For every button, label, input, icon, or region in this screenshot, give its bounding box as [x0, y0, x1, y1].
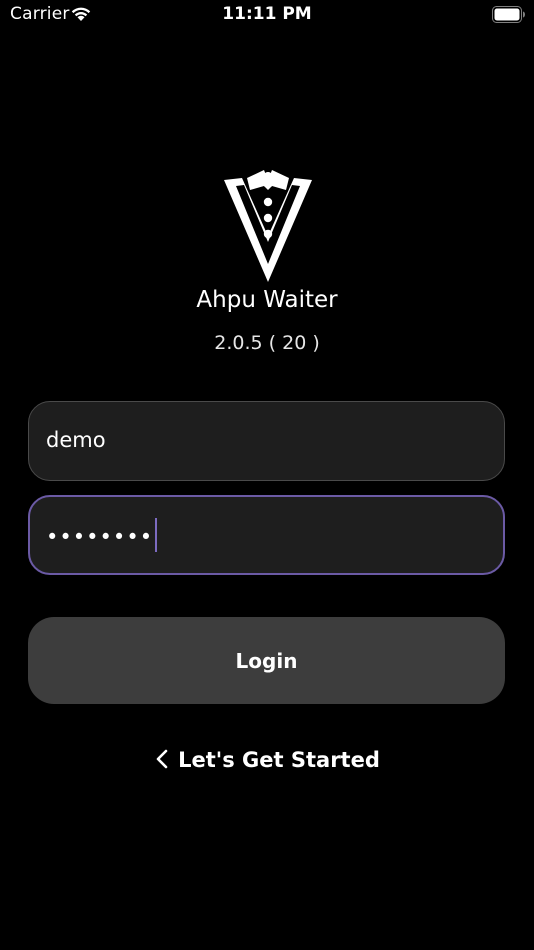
password-value: •••••••• — [46, 518, 158, 555]
text-caret — [155, 518, 158, 552]
login-button[interactable]: Login — [28, 617, 505, 704]
battery-icon — [492, 6, 526, 23]
tuxedo-logo-icon — [220, 168, 316, 284]
chevron-left-icon — [154, 748, 170, 770]
lets-get-started-link[interactable]: Let's Get Started — [0, 748, 534, 772]
password-dots: •••••••• — [46, 525, 154, 549]
app-version: 2.0.5 ( 20 ) — [214, 332, 320, 354]
status-time: 11:11 PM — [222, 4, 312, 24]
username-value: demo — [46, 428, 106, 452]
username-field[interactable]: demo — [28, 401, 505, 481]
status-bar: Carrier 11:11 PM — [0, 0, 534, 30]
app-name: Ahpu Waiter — [196, 287, 338, 313]
lets-get-started-label: Let's Get Started — [178, 748, 380, 772]
password-field[interactable]: •••••••• — [28, 495, 505, 575]
